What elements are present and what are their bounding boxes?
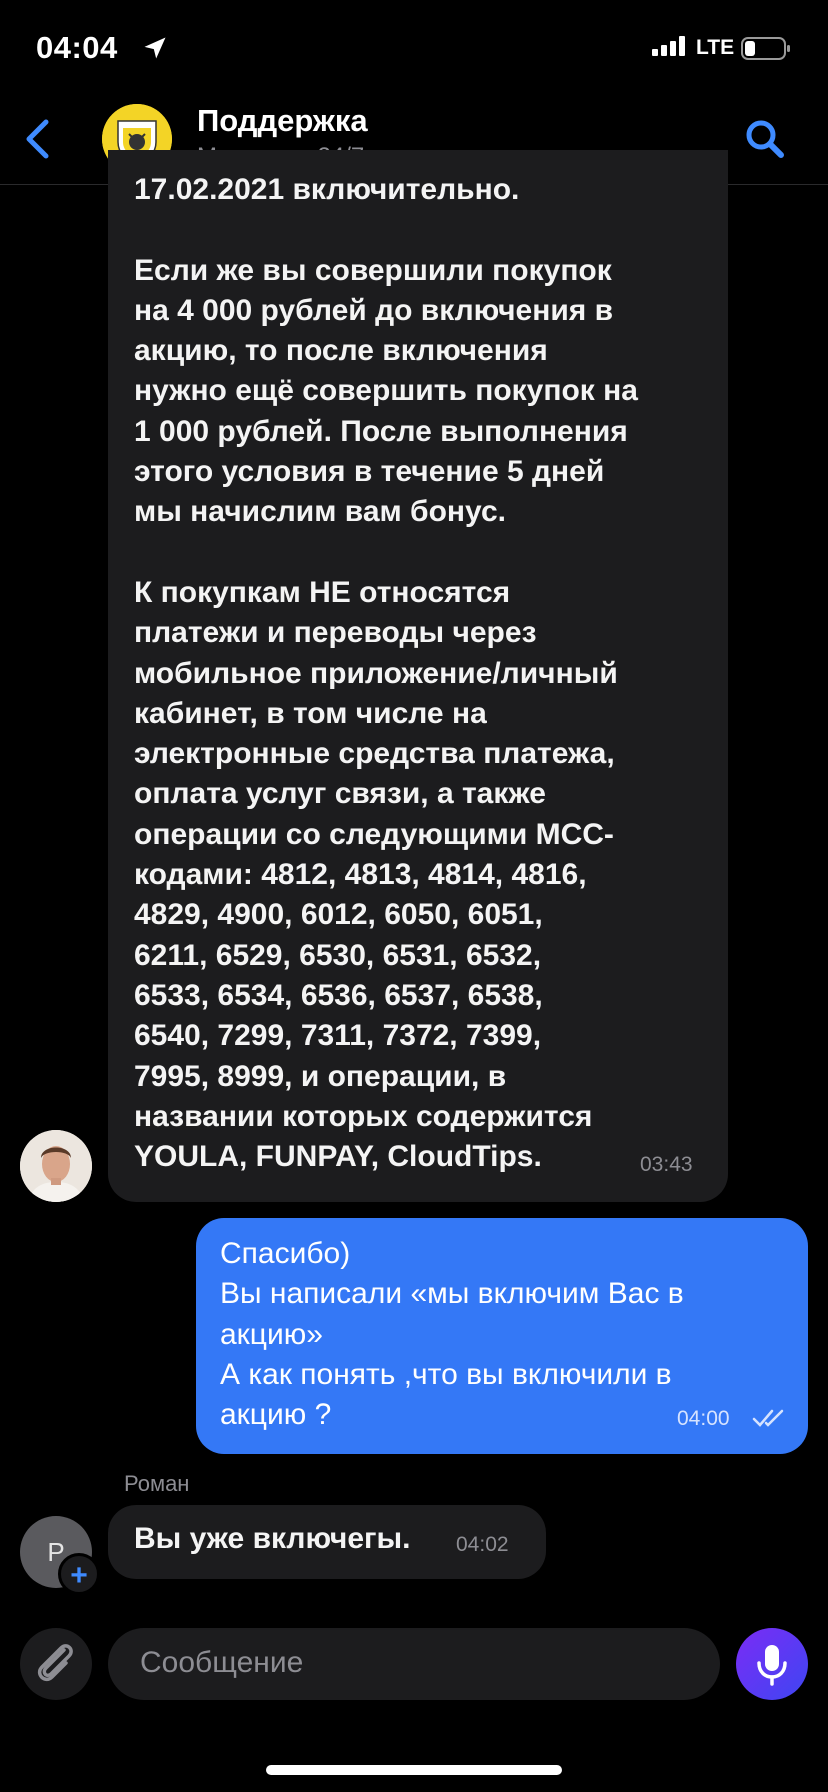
back-chevron-icon[interactable]	[22, 117, 52, 161]
message-time: 04:02	[456, 1533, 509, 1556]
attach-button[interactable]	[20, 1628, 92, 1700]
person-photo-icon	[20, 1130, 92, 1202]
voice-record-button[interactable]	[736, 1628, 808, 1700]
message-text: Спасибо) Вы написали «мы включим Вас в а…	[220, 1237, 684, 1432]
message-time: 03:43	[640, 1153, 693, 1176]
sender-name: Роман	[124, 1471, 190, 1496]
signal-icon	[652, 36, 688, 56]
search-icon[interactable]	[744, 118, 786, 160]
home-indicator[interactable]	[266, 1765, 562, 1775]
battery-icon	[741, 37, 790, 60]
location-arrow-icon	[144, 37, 166, 59]
message-time: 04:00	[677, 1407, 730, 1430]
network-type: LTE	[696, 36, 735, 59]
message-text: Вы уже включегы.	[134, 1522, 411, 1555]
add-contact-icon[interactable]: +	[58, 1553, 100, 1595]
double-check-icon	[752, 1409, 784, 1427]
operator-avatar[interactable]	[20, 1130, 92, 1202]
chat-title[interactable]: Поддержка	[197, 103, 368, 139]
microphone-icon	[757, 1645, 787, 1686]
message-text: 17.02.2021 включительно. Если же вы сове…	[134, 173, 638, 1174]
message-input-placeholder: Сообщение	[140, 1646, 304, 1679]
paperclip-icon	[37, 1644, 73, 1682]
status-time: 04:04	[36, 30, 118, 65]
